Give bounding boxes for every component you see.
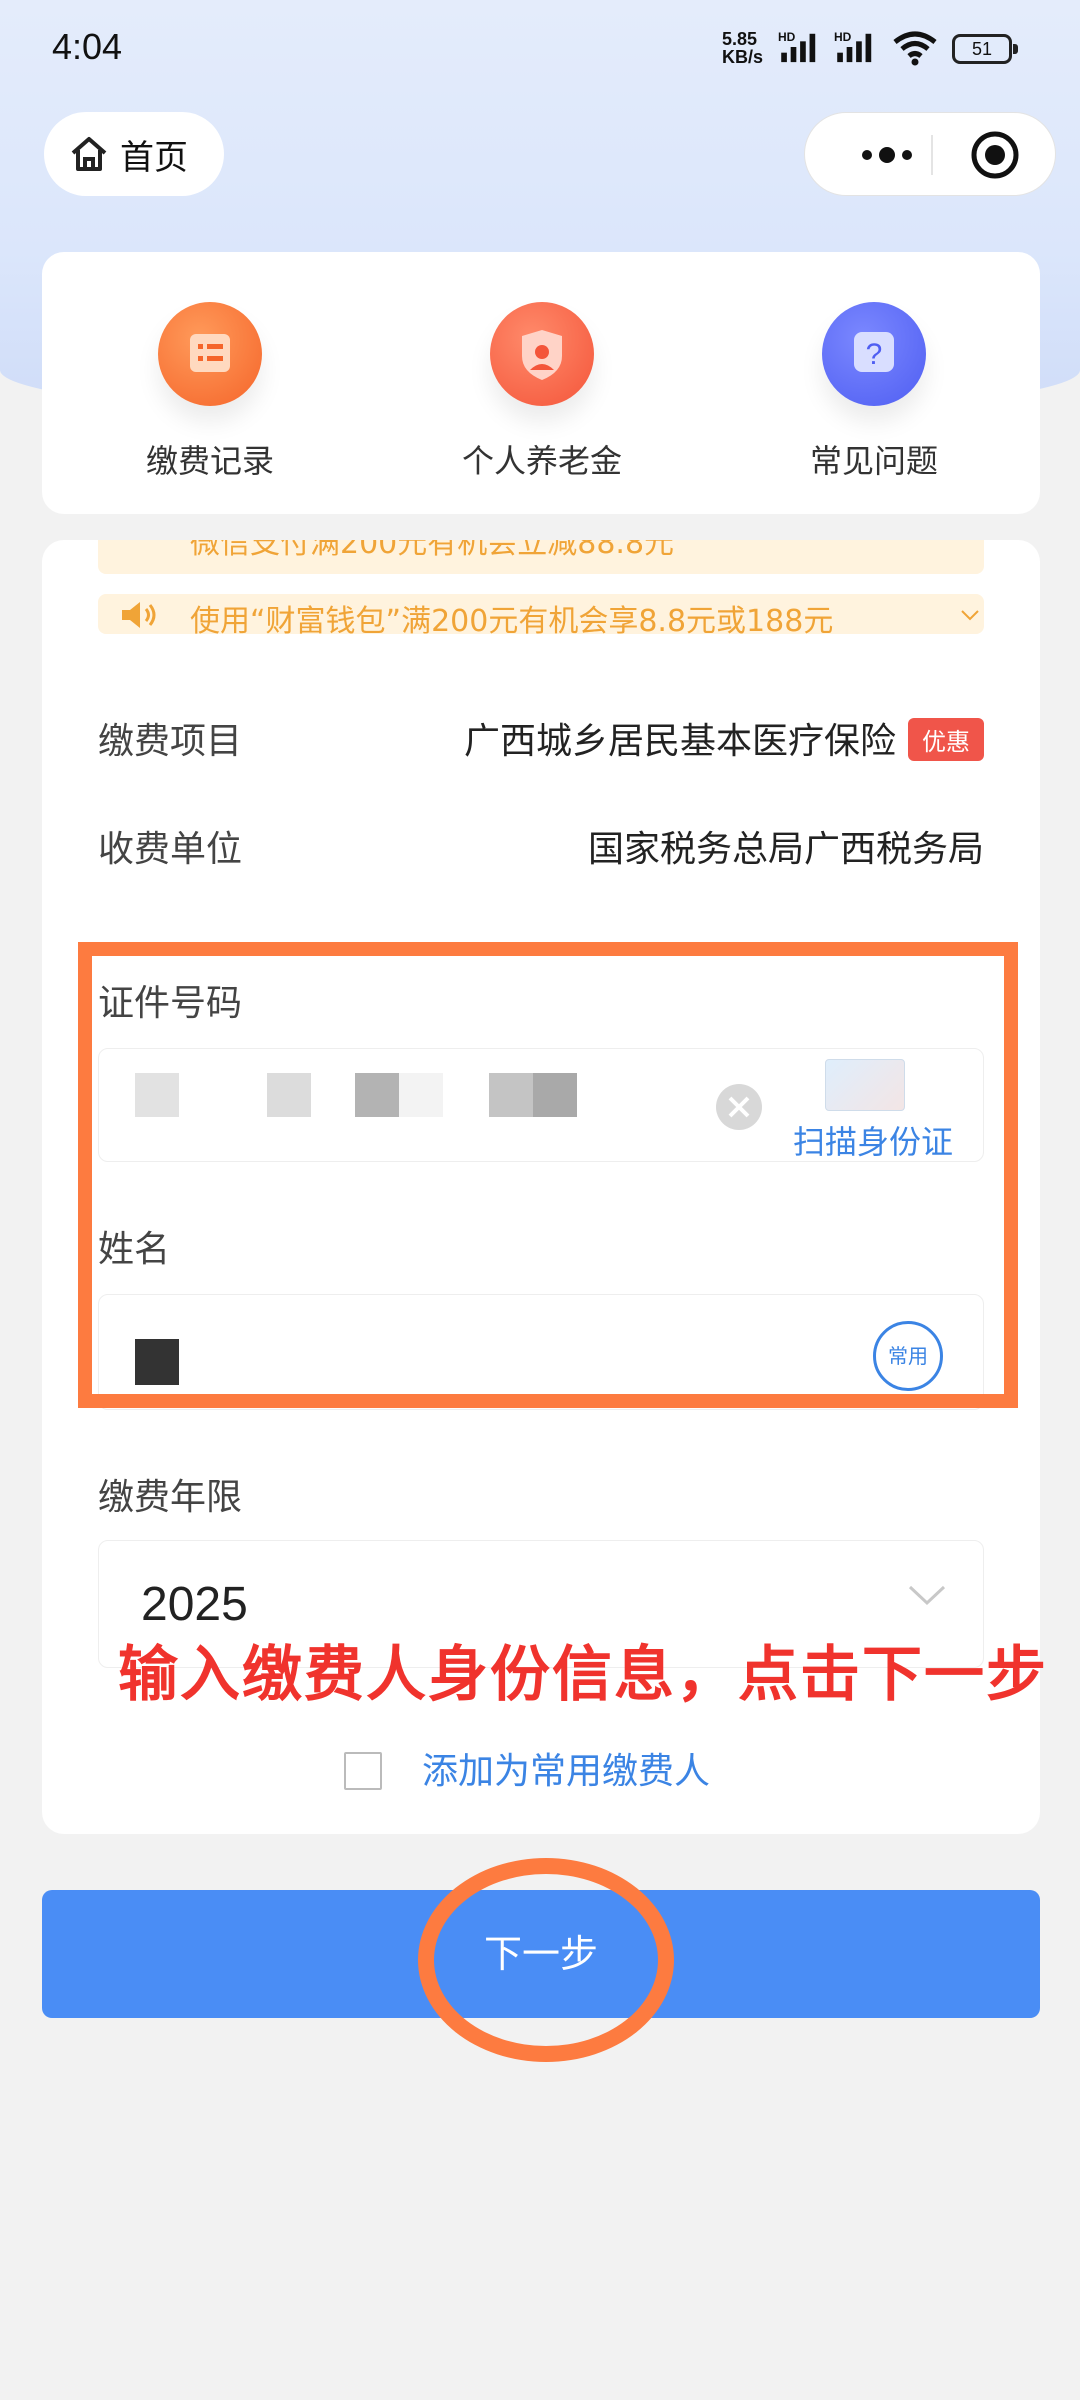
quick-item-faq[interactable]: ? 常见问题: [754, 302, 994, 482]
home-button[interactable]: 首页: [44, 112, 224, 196]
signal-2-icon: [837, 33, 872, 63]
notice-bar-wechat[interactable]: 微信支付满200元有机会立减88.8元: [98, 540, 984, 574]
home-icon: [71, 137, 107, 171]
network-speed: 5.85 KB/s: [722, 30, 763, 66]
faq-icon: ?: [822, 302, 926, 406]
payment-item-value: 广西城乡居民基本医疗保险: [463, 721, 896, 762]
add-common-payer-label[interactable]: 添加为常用缴费人: [422, 1742, 710, 1794]
status-time: 4:04: [52, 26, 123, 67]
wifi-icon: [893, 31, 937, 66]
payee-unit-label: 收费单位: [98, 829, 243, 870]
payment-record-icon: [158, 302, 262, 406]
add-common-payer-checkbox[interactable]: [344, 1752, 382, 1790]
capsule-divider: [931, 135, 933, 175]
signal-1-icon: [781, 33, 816, 63]
mini-program-capsule: [804, 112, 1056, 196]
status-bar: 4:04 5.85 KB/s HD HD 51: [0, 0, 1080, 100]
quick-item-label: 常见问题: [809, 442, 938, 480]
speaker-icon: [122, 602, 156, 628]
payment-year-value: 2025: [141, 1578, 248, 1631]
svg-text:?: ?: [866, 338, 883, 371]
payee-unit-value: 国家税务总局广西税务局: [587, 829, 984, 870]
more-icon[interactable]: [845, 133, 935, 177]
home-label: 首页: [120, 137, 188, 178]
discount-badge: 优惠: [908, 717, 984, 761]
annotation-highlight-box: [78, 942, 1018, 1408]
payment-item-value-row: 广西城乡居民基本医疗保险 优惠: [464, 712, 984, 765]
pension-icon: [490, 302, 594, 406]
quick-item-label: 个人养老金: [461, 442, 622, 480]
quick-item-label: 缴费记录: [145, 442, 274, 480]
notice-text: 微信支付满200元有机会立减88.8元: [190, 540, 675, 561]
annotation-circle: [418, 1858, 674, 2062]
network-speed-value: 5.85: [722, 29, 758, 49]
chevron-down-icon: [961, 610, 979, 621]
quick-item-pension[interactable]: 个人养老金: [422, 302, 662, 482]
notice-bar-wallet[interactable]: 使用“财富钱包”满200元有机会享8.8元或188元: [98, 594, 984, 634]
payment-year-label: 缴费年限: [98, 1477, 243, 1518]
battery-indicator: 51: [952, 34, 1018, 64]
quick-menu-card: 缴费记录 个人养老金 ? 常见问题: [42, 252, 1040, 514]
close-mini-program-icon[interactable]: [969, 129, 1021, 181]
network-speed-unit: KB/s: [722, 47, 764, 67]
annotation-instruction: 输入缴费人身份信息，点击下一步: [118, 1640, 1048, 1710]
quick-item-payment-record[interactable]: 缴费记录: [90, 302, 330, 482]
payment-item-label: 缴费项目: [98, 721, 243, 762]
notice-text: 使用“财富钱包”满200元有机会享8.8元或188元: [190, 604, 834, 634]
chevron-down-icon: [908, 1585, 946, 1606]
